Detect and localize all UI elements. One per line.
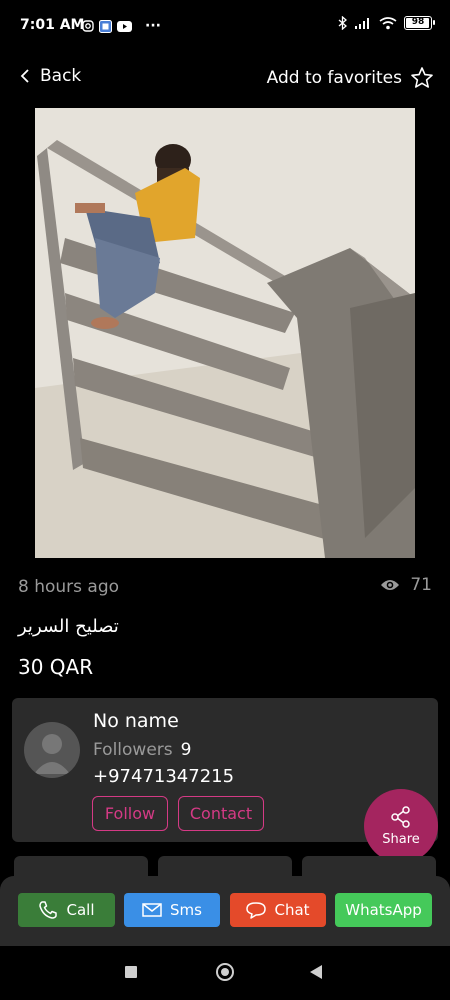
back-label: Back — [40, 66, 82, 86]
call-button[interactable]: Call — [18, 893, 115, 927]
share-icon — [391, 805, 410, 828]
add-to-favorites-button[interactable]: Add to favorites — [267, 66, 434, 90]
user-silhouette-icon — [34, 734, 70, 774]
call-label: Call — [66, 901, 95, 919]
instagram-icon — [82, 20, 94, 32]
sms-button[interactable]: Sms — [124, 893, 220, 927]
favorites-label: Add to favorites — [266, 68, 402, 88]
home-button[interactable] — [216, 963, 234, 981]
signal-icon — [355, 17, 369, 29]
share-button[interactable]: Share — [364, 789, 438, 863]
phone-icon — [39, 901, 58, 919]
chat-button[interactable]: Chat — [230, 893, 326, 927]
header: Back Add to favorites — [0, 58, 450, 102]
action-bar: Call Sms Chat WhatsApp — [0, 876, 450, 946]
followers: Followers 9 — [93, 740, 191, 760]
chat-label: Chat — [274, 901, 310, 919]
status-time: 7:01 AM — [20, 17, 85, 33]
gallery-icon — [99, 19, 112, 33]
listing-title: تصليح السرير — [18, 616, 119, 637]
photo-illustration — [35, 108, 415, 558]
view-count-value: 71 — [410, 575, 432, 595]
youtube-icon — [117, 20, 132, 32]
follow-button[interactable]: Follow — [92, 796, 168, 831]
listing-photo[interactable] — [35, 108, 415, 558]
back-button[interactable]: Back — [20, 66, 81, 86]
wifi-icon — [379, 16, 397, 29]
seller-name[interactable]: No name — [93, 710, 179, 732]
eye-icon — [381, 580, 400, 590]
share-label: Share — [382, 831, 420, 847]
battery-icon: 98 — [404, 16, 435, 30]
chat-bubble-icon — [246, 902, 267, 919]
system-nav-bar — [0, 946, 450, 1000]
contact-button[interactable]: Contact — [178, 796, 264, 831]
followers-label: Followers — [93, 740, 173, 760]
posted-time: 8 hours ago — [18, 577, 120, 597]
whatsapp-label: WhatsApp — [345, 901, 422, 919]
recents-button[interactable] — [125, 966, 137, 978]
sms-label: Sms — [170, 901, 202, 919]
whatsapp-button[interactable]: WhatsApp — [335, 893, 432, 927]
listing-price: 30 QAR — [18, 655, 94, 679]
followers-count: 9 — [180, 740, 192, 760]
envelope-icon — [142, 903, 162, 917]
bluetooth-icon — [338, 16, 347, 30]
chevron-left-icon — [20, 69, 29, 83]
avatar[interactable] — [24, 722, 80, 778]
system-back-button[interactable] — [310, 965, 322, 979]
star-icon — [411, 67, 433, 88]
view-count: 71 — [380, 575, 432, 595]
status-bar: 7:01 AM ··· 98 — [0, 0, 450, 52]
seller-phone[interactable]: +97471347215 — [93, 766, 234, 787]
more-notifications-icon: ··· — [145, 18, 161, 34]
